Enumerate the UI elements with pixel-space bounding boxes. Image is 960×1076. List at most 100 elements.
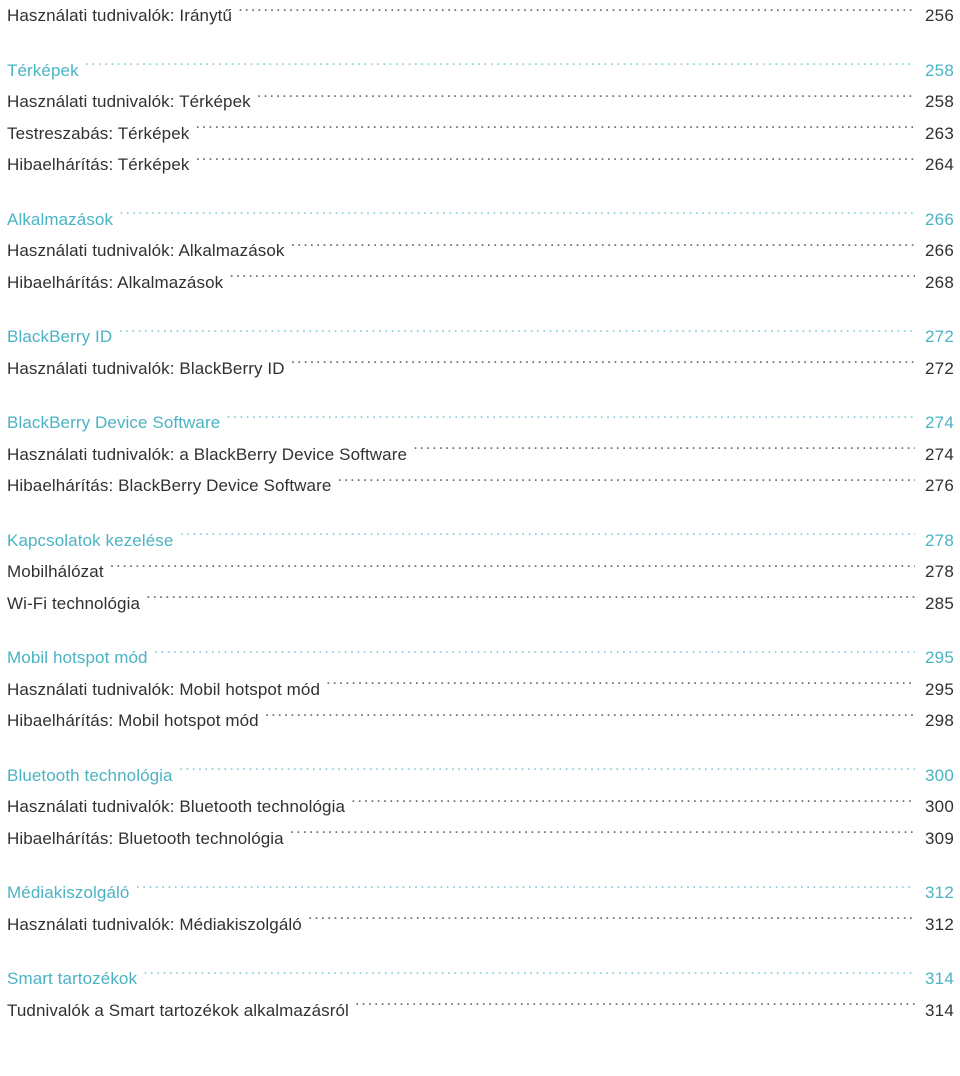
dot-leader [355, 999, 915, 1016]
page-number: 272 [925, 358, 954, 378]
dot-leader [195, 153, 915, 170]
toc-entry-label: Mobilhálózat [7, 562, 104, 581]
dot-leader [119, 208, 915, 225]
toc-entry-row[interactable]: Használati tudnivalók: Alkalmazások 266 [0, 235, 960, 267]
page-number: 295 [925, 648, 954, 667]
toc-group: Bluetooth technológia 300 Használati tudni… [0, 760, 960, 855]
toc-section-label: Térképek [7, 60, 79, 80]
page-number: 295 [925, 679, 954, 699]
toc-group: Mobil hotspot mód295Használati tudnivaló… [0, 642, 960, 737]
page-number: 285 [925, 593, 954, 613]
toc-entry-row[interactable]: Hibaelhárítás: Mobil hotspot mód 298 [0, 705, 960, 737]
dot-leader [351, 795, 915, 812]
toc-section-label: Alkalmazások [7, 209, 114, 229]
dot-leader [143, 967, 915, 984]
toc-entry-label: Használati tudnivalók: Iránytű [7, 6, 233, 25]
toc-group: Térképek258Használati tudnivalók: Térkép… [0, 55, 960, 181]
page-number: 278 [925, 562, 954, 581]
dot-leader [146, 592, 915, 609]
toc-entry-label: Használati tudnivalók: Mobil hotspot mód [7, 679, 320, 699]
toc-entry-row[interactable]: Hibaelhárítás: BlackBerry Device Softwar… [0, 470, 960, 502]
toc-section-row[interactable]: BlackBerry Device Software 274 [0, 407, 960, 439]
page-number: 264 [925, 155, 954, 174]
dot-leader [85, 59, 915, 76]
toc-entry-row[interactable]: Tudnivalók a Smart tartozékok alkalmazás… [0, 995, 960, 1027]
dot-leader [413, 443, 915, 460]
toc-group: BlackBerry ID272Használati tudnivalók: B… [0, 321, 960, 384]
page-number: 274 [925, 444, 954, 464]
toc-entry-row[interactable]: Használati tudnivalók: Mobil hotspot mód… [0, 674, 960, 706]
toc-section-row[interactable]: Mobil hotspot mód 295 [0, 642, 960, 674]
toc-entry-row[interactable]: Használati tudnivalók: Iránytű 256 [0, 0, 960, 32]
toc-entry-row[interactable]: Hibaelhárítás: Bluetooth technológia 309 [0, 823, 960, 855]
page-number: 278 [925, 530, 954, 550]
dot-leader [229, 271, 915, 288]
table-of-contents: Használati tudnivalók: Iránytű 256 Térképe… [0, 0, 960, 1076]
dot-leader [337, 474, 915, 491]
dot-leader [154, 646, 915, 663]
dot-leader [226, 411, 915, 428]
toc-entry-label: Hibaelhárítás: Bluetooth technológia [7, 828, 284, 848]
toc-entry-row[interactable]: Használati tudnivalók: Médiakiszolgáló 31… [0, 909, 960, 941]
toc-entry-label: Használati tudnivalók: Bluetooth technol… [7, 797, 346, 816]
toc-section-row[interactable]: Térképek 258 [0, 55, 960, 87]
toc-entry-row[interactable]: Használati tudnivalók: a BlackBerry Devi… [0, 439, 960, 471]
page-number: 276 [925, 476, 954, 495]
toc-section-label: Mobil hotspot mód [7, 648, 148, 667]
toc-entry-label: Használati tudnivalók: Térképek [7, 92, 251, 111]
page-number: 300 [925, 765, 954, 785]
toc-section-label: Bluetooth technológia [7, 765, 173, 785]
toc-entry-row[interactable]: Használati tudnivalók: Térképek 258 [0, 86, 960, 118]
dot-leader [257, 90, 915, 107]
toc-entry-row[interactable]: Mobilhálózat 278 [0, 556, 960, 588]
toc-section-label: Kapcsolatok kezelése [7, 530, 174, 550]
toc-group: Smart tartozékok 314 Tudnivalók a Smart ta… [0, 963, 960, 1026]
dot-leader [308, 913, 915, 930]
toc-section-label: BlackBerry ID [7, 327, 113, 346]
page-number: 312 [925, 914, 954, 934]
toc-entry-label: Hibaelhárítás: BlackBerry Device Softwar… [7, 476, 332, 495]
toc-entry-label: Használati tudnivalók: Alkalmazások [7, 241, 285, 260]
page-number: 266 [925, 209, 954, 229]
dot-leader [265, 709, 915, 726]
toc-section-row[interactable]: BlackBerry ID 272 [0, 321, 960, 353]
toc-group: Médiakiszolgáló312Használati tudnivalók:… [0, 877, 960, 940]
toc-entry-row[interactable]: Használati tudnivalók: BlackBerry ID 272 [0, 353, 960, 385]
toc-section-label: Médiakiszolgáló [7, 883, 130, 902]
page-number: 266 [925, 241, 954, 260]
toc-section-row[interactable]: Alkalmazások 266 [0, 204, 960, 236]
toc-entry-row[interactable]: Hibaelhárítás: Alkalmazások 268 [0, 267, 960, 299]
toc-entry-label: Tudnivalók a Smart tartozékok alkalmazás… [7, 1000, 349, 1020]
toc-entry-row[interactable]: Wi-Fi technológia 285 [0, 588, 960, 620]
toc-section-row[interactable]: Smart tartozékok 314 [0, 963, 960, 995]
toc-entry-label: Hibaelhárítás: Alkalmazások [7, 272, 224, 292]
toc-entry-label: Használati tudnivalók: a BlackBerry Devi… [7, 444, 408, 464]
toc-entry-label: Használati tudnivalók: Médiakiszolgáló [7, 914, 302, 934]
dot-leader [326, 678, 915, 695]
page-number: 263 [925, 123, 954, 143]
dot-leader [291, 357, 915, 374]
toc-entry-label: Testreszabás: Térképek [7, 123, 190, 143]
toc-entry-row[interactable]: Használati tudnivalók: Bluetooth technol… [0, 791, 960, 823]
toc-group: Használati tudnivalók: Iránytű 256 [0, 0, 960, 32]
page-number: 300 [925, 797, 954, 816]
toc-entry-label: Wi-Fi technológia [7, 593, 141, 613]
toc-section-row[interactable]: Médiakiszolgáló 312 [0, 877, 960, 909]
page-number: 258 [925, 92, 954, 111]
page-number: 314 [925, 1000, 954, 1020]
dot-leader [135, 881, 915, 898]
dot-leader [179, 529, 915, 546]
toc-entry-label: Hibaelhárítás: Térképek [7, 155, 190, 174]
toc-group: BlackBerry Device Software 274 Használati … [0, 407, 960, 502]
dot-leader [110, 560, 915, 577]
toc-section-row[interactable]: Bluetooth technológia 300 [0, 760, 960, 792]
page-number: 312 [925, 883, 954, 902]
page-number: 314 [925, 969, 954, 988]
dot-leader [195, 122, 915, 139]
toc-group: Alkalmazások266Használati tudnivalók: Al… [0, 204, 960, 299]
toc-entry-row[interactable]: Hibaelhárítás: Térképek 264 [0, 149, 960, 181]
toc-section-row[interactable]: Kapcsolatok kezelése 278 [0, 525, 960, 557]
toc-entry-row[interactable]: Testreszabás: Térképek 263 [0, 118, 960, 150]
dot-leader [238, 4, 915, 21]
dot-leader [291, 239, 915, 256]
